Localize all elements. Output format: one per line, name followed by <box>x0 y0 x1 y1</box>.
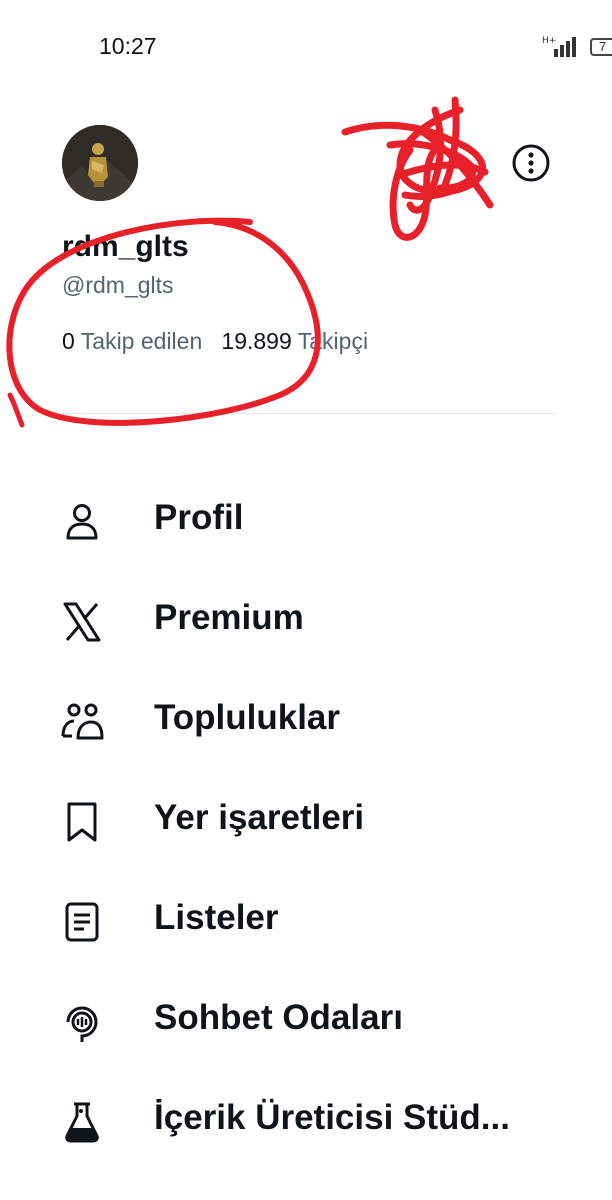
status-time: 10:27 <box>99 33 157 59</box>
avatar[interactable] <box>62 125 138 201</box>
battery-icon: 7 <box>590 38 612 56</box>
following-label: Takip edilen <box>80 328 203 354</box>
spaces-icon <box>66 1006 98 1042</box>
menu-item-creator-studio[interactable]: İçerik Üreticisi Stüd... <box>0 1070 612 1170</box>
followers-link[interactable]: 19.899 Takipçi <box>221 328 368 354</box>
follow-stats: 0 Takip edilen 19.899 Takipçi <box>62 328 368 355</box>
status-bar: 10:27 H+ 7 <box>0 0 612 90</box>
menu-label: Profil <box>154 498 244 537</box>
handle: @rdm_glts <box>62 272 174 298</box>
scribble-annotation <box>341 96 494 241</box>
battery-level: 7 <box>599 39 607 54</box>
menu-label: Premium <box>154 598 304 637</box>
following-link[interactable]: 0 Takip edilen <box>62 328 202 354</box>
network-type: H+ <box>542 36 556 46</box>
communities-icon <box>61 703 104 740</box>
menu-label: Topluluklar <box>154 698 341 737</box>
person-icon <box>66 504 98 540</box>
menu-label: Listeler <box>154 898 279 937</box>
menu-label: İçerik Üreticisi Stüd... <box>154 1098 510 1137</box>
menu-item-profile[interactable]: Profil <box>0 470 612 570</box>
following-count: 0 <box>62 328 75 354</box>
menu-label: Yer işaretleri <box>154 798 365 837</box>
menu-label: Sohbet Odaları <box>154 998 403 1037</box>
list-icon <box>65 902 99 942</box>
followers-count: 19.899 <box>221 328 292 354</box>
menu-item-premium[interactable]: Premium <box>0 570 612 670</box>
followers-label: Takipçi <box>297 328 369 354</box>
display-name[interactable]: rdm_glts <box>62 230 189 264</box>
more-options-icon[interactable] <box>511 143 551 183</box>
signal-icon: H+ <box>542 36 576 57</box>
avatar-image <box>62 125 138 201</box>
flask-icon <box>65 1102 99 1143</box>
menu-item-lists[interactable]: Listeler <box>0 870 612 970</box>
divider <box>62 413 556 414</box>
bookmark-icon <box>67 802 97 842</box>
menu-item-bookmarks[interactable]: Yer işaretleri <box>0 770 612 870</box>
menu-item-spaces[interactable]: Sohbet Odaları <box>0 970 612 1070</box>
menu-item-communities[interactable]: Topluluklar <box>0 670 612 770</box>
circle-tail-annotation <box>7 392 25 428</box>
x-logo-icon <box>63 602 101 642</box>
